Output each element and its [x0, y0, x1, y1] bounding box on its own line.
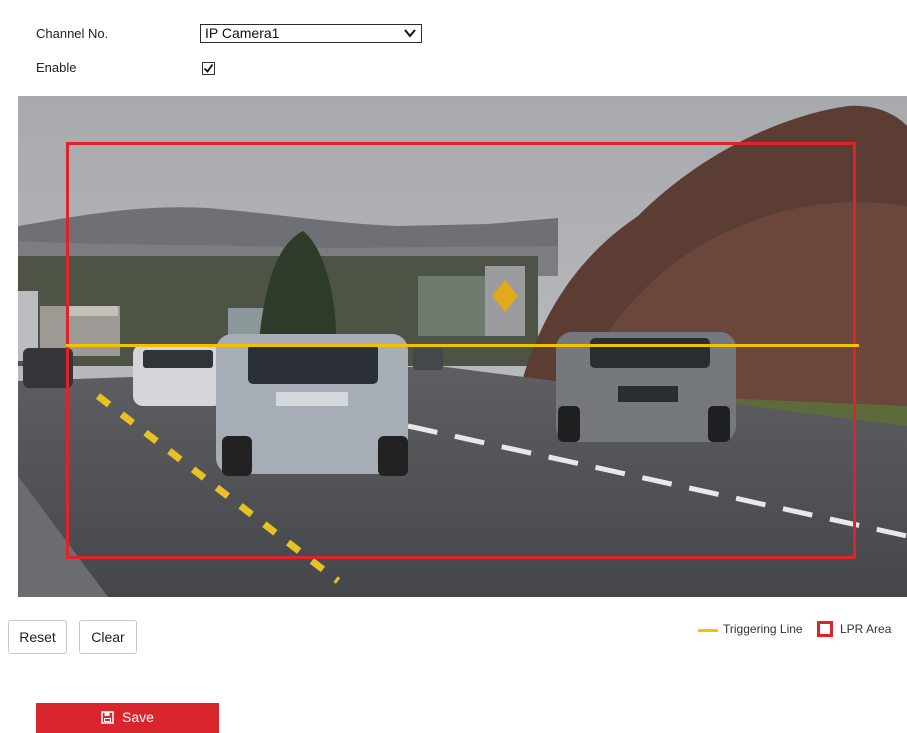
channel-label: Channel No.: [36, 26, 109, 41]
save-button-label: Save: [122, 709, 154, 725]
triggering-line-legend-swatch: [698, 629, 718, 632]
enable-checkbox[interactable]: [202, 62, 215, 75]
lpr-area-box[interactable]: [66, 142, 856, 559]
save-disk-icon: [101, 711, 114, 724]
checkmark-icon: [203, 63, 214, 73]
chevron-down-icon: [404, 29, 416, 38]
channel-select-value: IP Camera1: [205, 25, 280, 41]
lpr-area-legend-label: LPR Area: [840, 622, 892, 636]
triggering-line[interactable]: [66, 344, 859, 347]
lpr-area-legend-swatch: [817, 621, 833, 637]
video-preview[interactable]: [18, 96, 907, 597]
clear-button[interactable]: Clear: [79, 620, 137, 654]
triggering-line-legend-label: Triggering Line: [723, 622, 803, 636]
channel-select[interactable]: IP Camera1: [200, 24, 422, 43]
enable-label: Enable: [36, 60, 77, 75]
reset-button[interactable]: Reset: [8, 620, 67, 654]
save-button[interactable]: Save: [36, 703, 219, 733]
